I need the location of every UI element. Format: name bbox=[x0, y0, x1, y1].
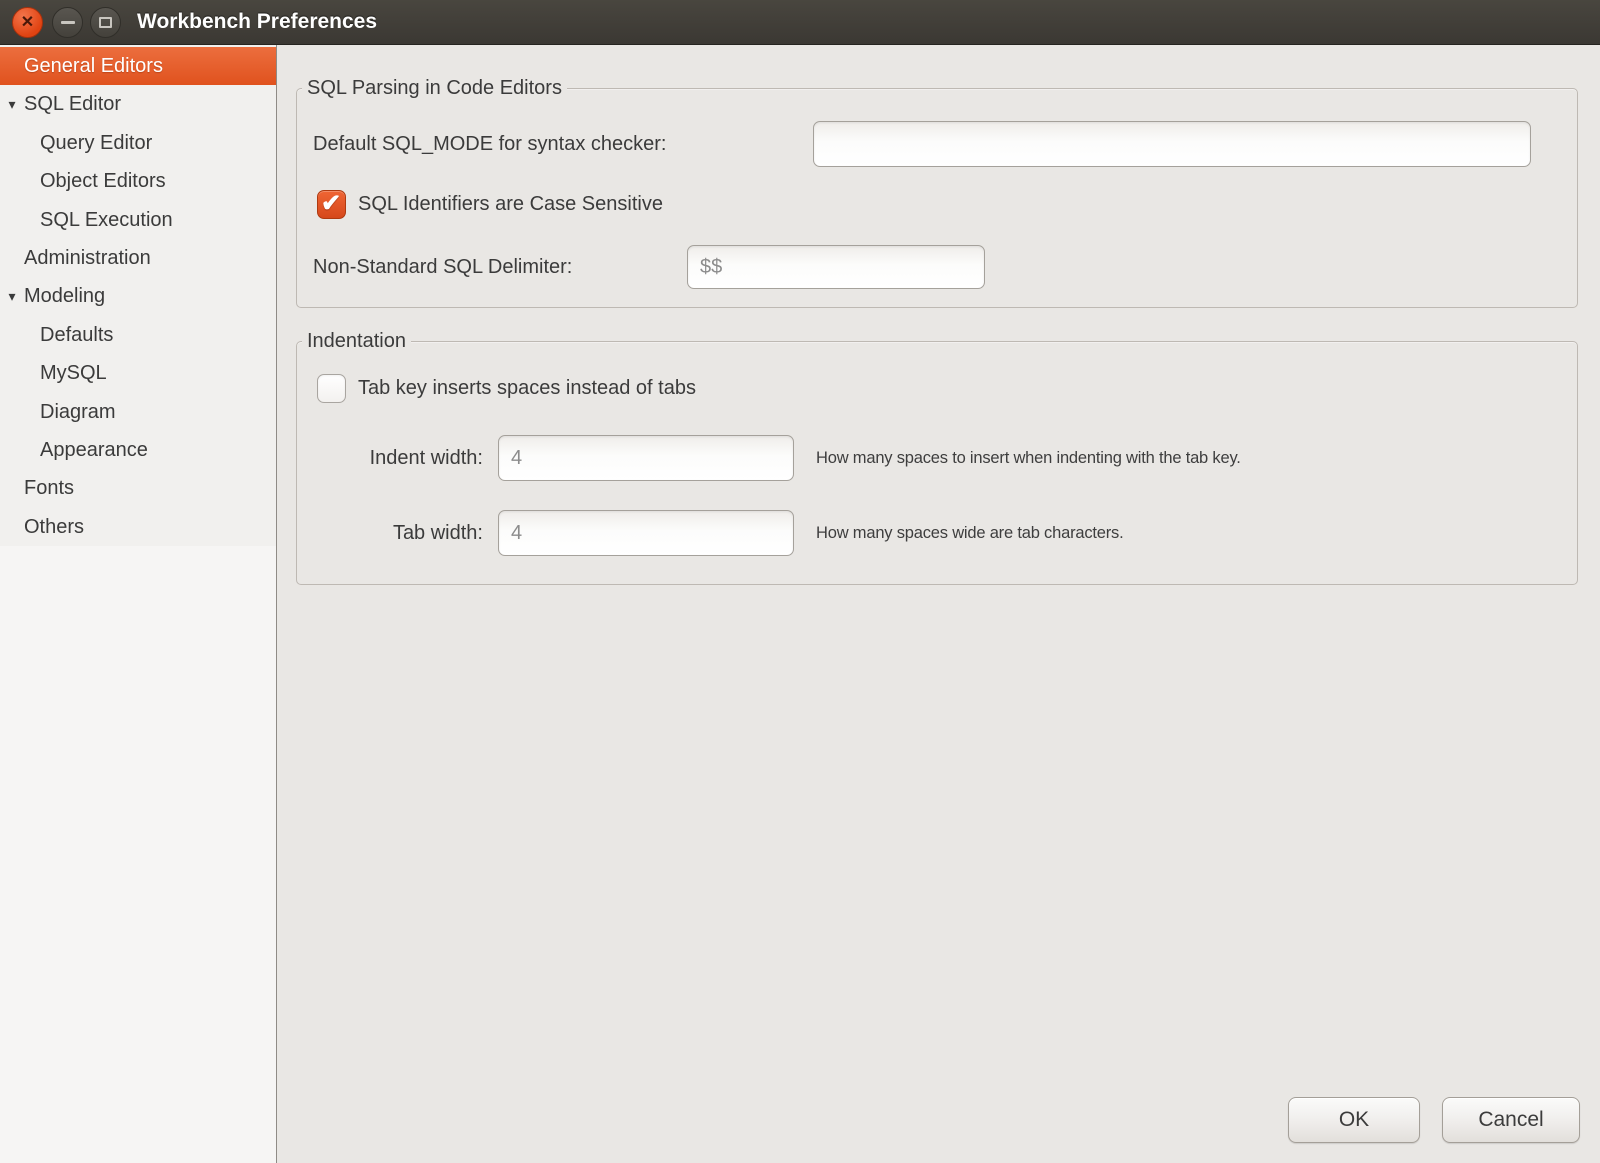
tab-width-help: How many spaces wide are tab characters. bbox=[816, 510, 1123, 556]
group-sql-parsing-title: SQL Parsing in Code Editors bbox=[302, 75, 567, 102]
sidebar-item-sql-editor[interactable]: ▾SQL Editor bbox=[0, 85, 276, 123]
sidebar-item-general-editors[interactable]: General Editors bbox=[0, 47, 276, 85]
indent-width-help: How many spaces to insert when indenting… bbox=[816, 435, 1241, 481]
sidebar-item-label: SQL Editor bbox=[24, 93, 121, 115]
chevron-down-icon[interactable]: ▾ bbox=[3, 85, 21, 123]
sql-mode-input[interactable] bbox=[813, 121, 1531, 167]
case-sensitive-checkbox[interactable] bbox=[317, 190, 346, 219]
cancel-button[interactable]: Cancel bbox=[1442, 1097, 1580, 1143]
tab-spaces-label: Tab key inserts spaces instead of tabs bbox=[358, 374, 696, 403]
group-indentation: Indentation Tab key inserts spaces inste… bbox=[296, 341, 1578, 585]
indent-width-input[interactable] bbox=[498, 435, 794, 481]
sidebar-item-defaults[interactable]: Defaults bbox=[0, 316, 276, 354]
titlebar: ✕ Workbench Preferences bbox=[0, 0, 1600, 45]
main-content: SQL Parsing in Code Editors Default SQL_… bbox=[278, 45, 1600, 1163]
minimize-glyph bbox=[61, 21, 75, 24]
sidebar-item-sql-execution[interactable]: SQL Execution bbox=[0, 201, 276, 239]
sidebar-item-label: Defaults bbox=[40, 324, 113, 346]
maximize-glyph bbox=[99, 17, 112, 28]
sidebar-item-modeling[interactable]: ▾Modeling bbox=[0, 277, 276, 315]
sidebar-item-label: Query Editor bbox=[40, 132, 152, 154]
maximize-icon[interactable] bbox=[90, 7, 121, 38]
sidebar-item-others[interactable]: Others bbox=[0, 508, 276, 546]
tab-width-label: Tab width: bbox=[313, 510, 483, 556]
chevron-down-icon[interactable]: ▾ bbox=[3, 277, 21, 315]
sidebar-item-label: Object Editors bbox=[40, 170, 166, 192]
sidebar-item-mysql[interactable]: MySQL bbox=[0, 354, 276, 392]
group-sql-parsing: SQL Parsing in Code Editors Default SQL_… bbox=[296, 88, 1578, 308]
indent-width-label: Indent width: bbox=[313, 435, 483, 481]
sidebar-item-diagram[interactable]: Diagram bbox=[0, 393, 276, 431]
sidebar-item-label: Others bbox=[24, 516, 84, 538]
sidebar-item-appearance[interactable]: Appearance bbox=[0, 431, 276, 469]
sidebar-item-label: MySQL bbox=[40, 362, 107, 384]
sidebar-item-label: Appearance bbox=[40, 439, 148, 461]
close-icon[interactable]: ✕ bbox=[12, 7, 43, 38]
sql-mode-label: Default SQL_MODE for syntax checker: bbox=[313, 121, 666, 167]
close-x-glyph: ✕ bbox=[21, 15, 34, 31]
ok-button[interactable]: OK bbox=[1288, 1097, 1420, 1143]
delimiter-label: Non-Standard SQL Delimiter: bbox=[313, 245, 572, 289]
case-sensitive-label: SQL Identifiers are Case Sensitive bbox=[358, 190, 663, 219]
sidebar-item-label: General Editors bbox=[24, 55, 163, 77]
sidebar-tree: General Editors▾SQL EditorQuery EditorOb… bbox=[0, 45, 276, 546]
sidebar-item-label: Fonts bbox=[24, 477, 74, 499]
sidebar-item-label: Diagram bbox=[40, 401, 116, 423]
window-title: Workbench Preferences bbox=[137, 0, 377, 45]
tab-spaces-checkbox[interactable] bbox=[317, 374, 346, 403]
delimiter-input[interactable] bbox=[687, 245, 985, 289]
minimize-icon[interactable] bbox=[52, 7, 83, 38]
sidebar-item-query-editor[interactable]: Query Editor bbox=[0, 124, 276, 162]
sidebar: General Editors▾SQL EditorQuery EditorOb… bbox=[0, 45, 277, 1163]
sidebar-item-label: Modeling bbox=[24, 285, 105, 307]
sidebar-item-label: Administration bbox=[24, 247, 151, 269]
sidebar-item-fonts[interactable]: Fonts bbox=[0, 469, 276, 507]
sidebar-item-administration[interactable]: Administration bbox=[0, 239, 276, 277]
sidebar-item-object-editors[interactable]: Object Editors bbox=[0, 162, 276, 200]
tab-width-input[interactable] bbox=[498, 510, 794, 556]
sidebar-item-label: SQL Execution bbox=[40, 209, 173, 231]
group-indentation-title: Indentation bbox=[302, 328, 411, 355]
